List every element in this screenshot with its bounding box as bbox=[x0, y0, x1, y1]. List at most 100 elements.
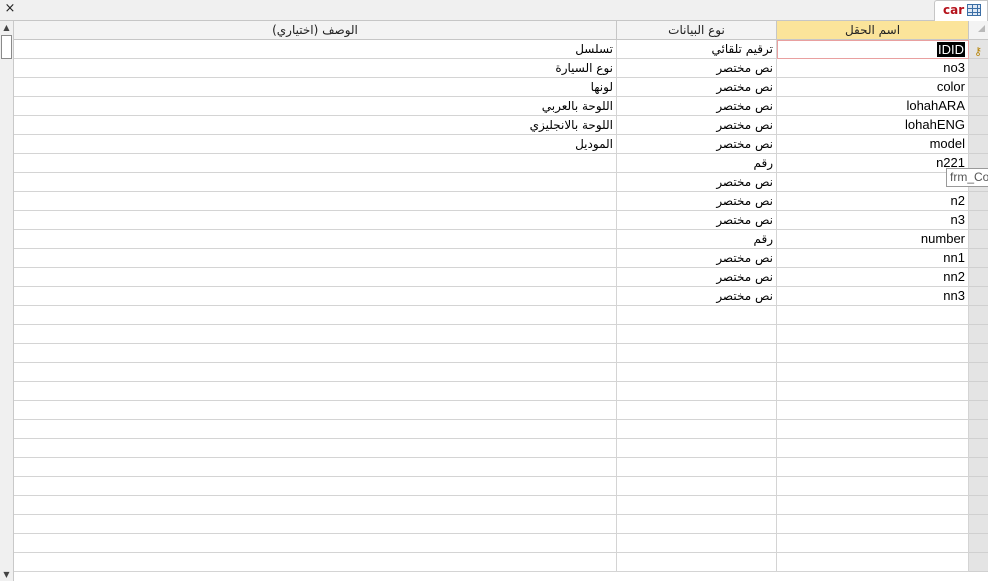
description-cell[interactable] bbox=[14, 344, 617, 363]
table-row[interactable]: اللوحة بالعربي نص مختصر lohahARA bbox=[14, 97, 988, 116]
description-cell[interactable] bbox=[14, 287, 617, 306]
empty-table-row[interactable] bbox=[14, 553, 988, 572]
field-name-cell[interactable] bbox=[777, 173, 969, 192]
table-row[interactable]: رقم number bbox=[14, 230, 988, 249]
empty-table-row[interactable] bbox=[14, 515, 988, 534]
data-type-cell[interactable]: نص مختصر bbox=[617, 78, 777, 97]
row-selector[interactable] bbox=[969, 211, 988, 230]
field-name-cell[interactable]: nn2 bbox=[777, 268, 969, 287]
scroll-down-arrow-icon[interactable]: ▼ bbox=[0, 568, 13, 581]
data-type-cell[interactable] bbox=[617, 458, 777, 477]
data-type-cell[interactable] bbox=[617, 325, 777, 344]
field-name-cell[interactable] bbox=[777, 477, 969, 496]
data-type-cell[interactable]: نص مختصر bbox=[617, 135, 777, 154]
field-name-cell[interactable]: model bbox=[777, 135, 969, 154]
row-selector[interactable] bbox=[969, 344, 988, 363]
data-type-cell[interactable]: نص مختصر bbox=[617, 268, 777, 287]
close-document-button[interactable]: × bbox=[3, 0, 17, 18]
table-tab-car[interactable]: car bbox=[934, 0, 988, 21]
data-type-cell[interactable]: رقم bbox=[617, 154, 777, 173]
field-name-cell[interactable] bbox=[777, 344, 969, 363]
row-selector[interactable] bbox=[969, 325, 988, 344]
field-name-cell[interactable] bbox=[777, 325, 969, 344]
description-cell[interactable] bbox=[14, 553, 617, 572]
table-row[interactable]: نص مختصر nn2 bbox=[14, 268, 988, 287]
field-name-cell[interactable] bbox=[777, 534, 969, 553]
data-type-cell[interactable] bbox=[617, 401, 777, 420]
data-type-cell[interactable]: نص مختصر bbox=[617, 211, 777, 230]
field-name-cell[interactable]: number bbox=[777, 230, 969, 249]
data-type-cell[interactable]: نص مختصر bbox=[617, 287, 777, 306]
table-row[interactable]: اللوحة بالانجليزي نص مختصر lohahENG bbox=[14, 116, 988, 135]
data-type-cell[interactable] bbox=[617, 439, 777, 458]
row-selector[interactable] bbox=[969, 192, 988, 211]
field-name-cell[interactable]: lohahARA bbox=[777, 97, 969, 116]
description-cell[interactable] bbox=[14, 306, 617, 325]
table-row[interactable]: نوع السيارة نص مختصر no3 bbox=[14, 59, 988, 78]
row-selector[interactable] bbox=[969, 249, 988, 268]
data-type-cell[interactable]: نص مختصر bbox=[617, 192, 777, 211]
data-type-cell[interactable] bbox=[617, 534, 777, 553]
field-name-cell[interactable]: n2 bbox=[777, 192, 969, 211]
description-cell[interactable]: تسلسل bbox=[14, 40, 617, 59]
field-name-cell[interactable]: nn3 bbox=[777, 287, 969, 306]
field-name-cell[interactable] bbox=[777, 382, 969, 401]
column-header-data-type[interactable]: نوع البيانات bbox=[617, 21, 777, 40]
data-type-cell[interactable] bbox=[617, 496, 777, 515]
row-selector[interactable] bbox=[969, 268, 988, 287]
column-header-description[interactable]: الوصف (اختياري) bbox=[14, 21, 617, 40]
field-name-cell[interactable]: color bbox=[777, 78, 969, 97]
table-row[interactable]: نص مختصر n3 bbox=[14, 211, 988, 230]
selected-field-name-text[interactable]: IDID bbox=[937, 42, 965, 57]
data-type-cell[interactable] bbox=[617, 477, 777, 496]
select-all-corner[interactable] bbox=[969, 21, 988, 40]
data-type-cell[interactable]: نص مختصر bbox=[617, 173, 777, 192]
description-cell[interactable] bbox=[14, 363, 617, 382]
table-row[interactable]: لونها نص مختصر color bbox=[14, 78, 988, 97]
table-row[interactable]: نص مختصر nn3 bbox=[14, 287, 988, 306]
description-cell[interactable]: الموديل bbox=[14, 135, 617, 154]
data-type-cell[interactable] bbox=[617, 420, 777, 439]
description-cell[interactable] bbox=[14, 420, 617, 439]
field-name-cell[interactable] bbox=[777, 420, 969, 439]
field-name-cell[interactable]: n221 bbox=[777, 154, 969, 173]
row-selector[interactable] bbox=[969, 363, 988, 382]
data-type-cell[interactable] bbox=[617, 382, 777, 401]
row-selector[interactable] bbox=[969, 135, 988, 154]
row-selector[interactable] bbox=[969, 420, 988, 439]
scrollbar-thumb[interactable] bbox=[1, 35, 12, 59]
description-cell[interactable] bbox=[14, 401, 617, 420]
empty-table-row[interactable] bbox=[14, 458, 988, 477]
data-type-cell[interactable] bbox=[617, 344, 777, 363]
vertical-scrollbar[interactable]: ▲ ▼ bbox=[0, 21, 14, 581]
description-cell[interactable] bbox=[14, 230, 617, 249]
row-selector[interactable]: ⚷ bbox=[969, 40, 988, 59]
row-selector[interactable] bbox=[969, 477, 988, 496]
data-type-cell[interactable]: نص مختصر bbox=[617, 116, 777, 135]
description-cell[interactable] bbox=[14, 534, 617, 553]
description-cell[interactable] bbox=[14, 325, 617, 344]
empty-table-row[interactable] bbox=[14, 496, 988, 515]
data-type-cell[interactable]: نص مختصر bbox=[617, 97, 777, 116]
row-selector[interactable] bbox=[969, 230, 988, 249]
empty-table-row[interactable] bbox=[14, 534, 988, 553]
field-name-cell[interactable] bbox=[777, 439, 969, 458]
description-cell[interactable] bbox=[14, 268, 617, 287]
empty-table-row[interactable] bbox=[14, 382, 988, 401]
description-cell[interactable] bbox=[14, 382, 617, 401]
row-selector[interactable] bbox=[969, 496, 988, 515]
description-cell[interactable] bbox=[14, 458, 617, 477]
description-cell[interactable] bbox=[14, 192, 617, 211]
row-selector[interactable] bbox=[969, 401, 988, 420]
description-cell[interactable] bbox=[14, 477, 617, 496]
description-cell[interactable]: لونها bbox=[14, 78, 617, 97]
field-name-cell[interactable]: IDID bbox=[777, 40, 969, 59]
description-cell[interactable] bbox=[14, 211, 617, 230]
table-row[interactable]: نص مختصر n2 bbox=[14, 192, 988, 211]
description-cell[interactable] bbox=[14, 496, 617, 515]
field-name-cell[interactable]: lohahENG bbox=[777, 116, 969, 135]
row-selector[interactable] bbox=[969, 287, 988, 306]
field-name-cell[interactable]: nn1 bbox=[777, 249, 969, 268]
description-cell[interactable]: اللوحة بالانجليزي bbox=[14, 116, 617, 135]
empty-table-row[interactable] bbox=[14, 401, 988, 420]
